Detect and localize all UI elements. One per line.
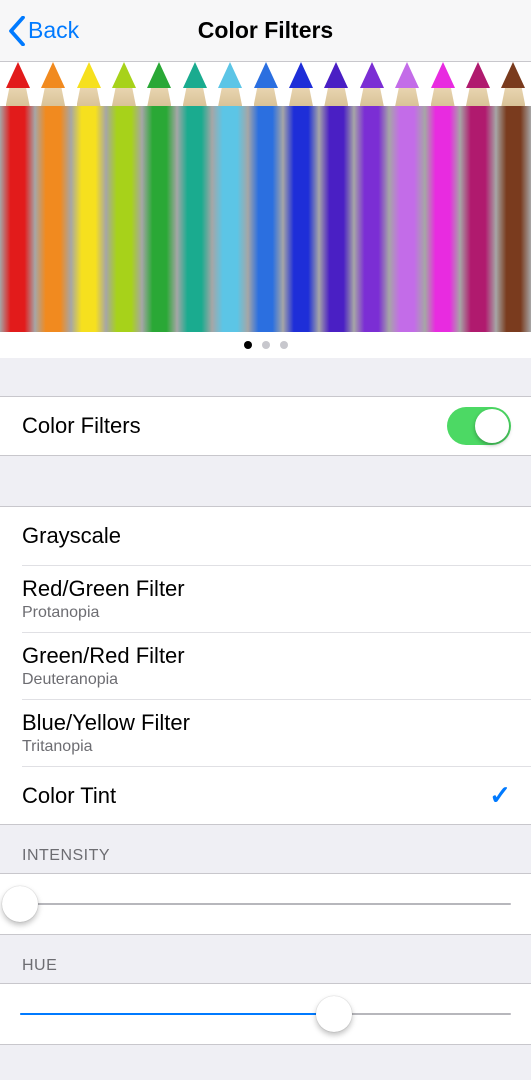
back-label: Back [28, 17, 79, 44]
intensity-section-label: INTENSITY [0, 825, 531, 873]
option-subtitle: Protanopia [22, 604, 185, 622]
pencil [354, 62, 389, 332]
hue-slider[interactable] [20, 1013, 511, 1015]
filter-options-group: Grayscale Red/Green Filter Protanopia Gr… [0, 506, 531, 825]
option-title: Red/Green Filter [22, 576, 185, 602]
filter-option-green-red[interactable]: Green/Red Filter Deuteranopia [22, 632, 531, 699]
pencil [425, 62, 460, 332]
intensity-slider-row[interactable] [0, 873, 531, 935]
pencil [283, 62, 318, 332]
hue-section-label: HUE [0, 935, 531, 983]
hue-slider-row[interactable] [0, 983, 531, 1045]
option-subtitle: Tritanopia [22, 738, 190, 756]
option-title: Green/Red Filter [22, 643, 185, 669]
pencil [212, 62, 247, 332]
checkmark-icon: ✓ [489, 780, 511, 811]
nav-header: Back Color Filters [0, 0, 531, 62]
pencil [389, 62, 424, 332]
option-subtitle: Deuteranopia [22, 671, 185, 689]
back-button[interactable]: Back [0, 16, 79, 46]
pencil [35, 62, 70, 332]
page-dot[interactable] [244, 341, 252, 349]
switch-knob [475, 409, 509, 443]
intensity-slider[interactable] [20, 903, 511, 905]
pencil [248, 62, 283, 332]
option-title: Color Tint [22, 783, 116, 809]
slider-thumb[interactable] [316, 996, 352, 1032]
option-title: Blue/Yellow Filter [22, 710, 190, 736]
filter-option-red-green[interactable]: Red/Green Filter Protanopia [22, 565, 531, 632]
filter-option-grayscale[interactable]: Grayscale [0, 507, 531, 565]
pencil [460, 62, 495, 332]
pencil [177, 62, 212, 332]
toggle-group: Color Filters [0, 396, 531, 456]
filter-option-blue-yellow[interactable]: Blue/Yellow Filter Tritanopia [22, 699, 531, 766]
pencil [106, 62, 141, 332]
pencil [142, 62, 177, 332]
pencil [71, 62, 106, 332]
pencil [496, 62, 531, 332]
chevron-left-icon [8, 16, 26, 46]
pencil [0, 62, 35, 332]
filter-option-color-tint[interactable]: Color Tint ✓ [22, 766, 531, 824]
page-indicator[interactable] [0, 332, 531, 358]
page-dot[interactable] [262, 341, 270, 349]
toggle-label: Color Filters [22, 413, 141, 439]
page-title: Color Filters [0, 17, 531, 44]
page-dot[interactable] [280, 341, 288, 349]
pencil [319, 62, 354, 332]
option-title: Grayscale [22, 523, 121, 549]
color-filters-switch[interactable] [447, 407, 511, 445]
pencils-row [0, 62, 531, 332]
preview-image[interactable] [0, 62, 531, 332]
slider-fill [20, 1013, 334, 1015]
color-filters-toggle-row[interactable]: Color Filters [0, 397, 531, 455]
slider-thumb[interactable] [2, 886, 38, 922]
